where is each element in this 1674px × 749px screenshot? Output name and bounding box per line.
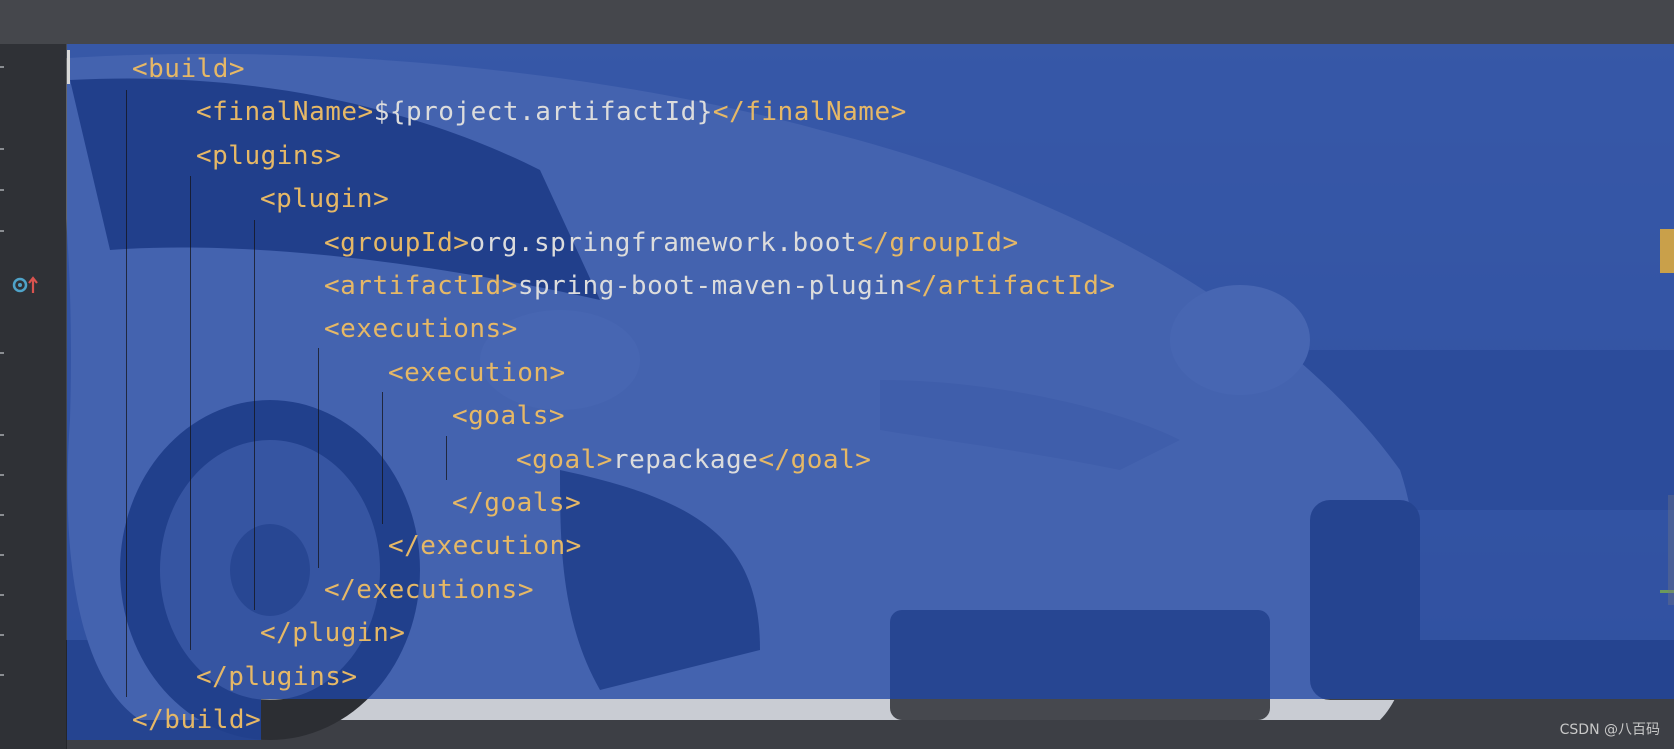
xml-tag: <build> (132, 54, 246, 84)
code-line[interactable]: <plugin> (260, 178, 389, 221)
xml-tag: </plugins> (196, 661, 358, 692)
editor-tab-strip (66, 0, 1674, 44)
xml-tag: </build> (132, 705, 262, 735)
gutter-tick (0, 230, 4, 232)
code-line[interactable]: </goals> (452, 482, 581, 525)
code-line[interactable]: <finalName>${project.artifactId}</finalN… (196, 91, 907, 134)
gutter-tick (0, 66, 4, 68)
indent-guide (126, 90, 127, 697)
xml-tag: </executions> (324, 574, 534, 605)
code-line[interactable]: <goal>repackage</goal> (516, 439, 871, 482)
gutter-tick (0, 514, 4, 516)
xml-tag: </goal> (758, 444, 872, 475)
code-text: repackage (612, 444, 759, 475)
indent-guide (190, 176, 191, 650)
code-line[interactable]: <groupId>org.springframework.boot</group… (324, 222, 1019, 265)
gutter-tick (0, 352, 4, 354)
code-text: ${project.artifactId} (373, 97, 713, 128)
code-line[interactable]: </plugins> (196, 656, 358, 699)
code-line[interactable]: </execution> (388, 525, 582, 568)
xml-tag: </finalName> (712, 97, 907, 128)
xml-tag: </artifactId> (905, 271, 1116, 301)
gutter-tick (0, 634, 4, 636)
text-caret (67, 50, 70, 84)
code-line[interactable]: <execution> (388, 352, 566, 395)
indent-guide (318, 348, 319, 568)
xml-tag: </execution> (388, 531, 582, 562)
vertical-scrollbar[interactable] (1668, 495, 1674, 605)
xml-tag: <groupId> (324, 227, 470, 258)
xml-tag: <artifactId> (324, 271, 518, 301)
gutter-tick (0, 594, 4, 596)
code-line[interactable]: <plugins> (196, 135, 341, 178)
code-line[interactable]: </build> (132, 699, 261, 742)
gutter-tick (0, 474, 4, 476)
code-line[interactable]: <build> (132, 48, 245, 91)
gutter-tick (0, 674, 4, 676)
xml-tag: <plugins> (196, 140, 342, 171)
xml-tag: <goals> (452, 401, 566, 432)
xml-tag: <plugin> (260, 184, 390, 215)
indent-guide (254, 220, 255, 610)
gutter-tick (0, 148, 4, 150)
xml-tag: <goal> (516, 444, 613, 475)
code-line[interactable]: </executions> (324, 569, 534, 612)
code-line[interactable]: <goals> (452, 395, 565, 438)
code-text: spring-boot-maven-plugin (517, 271, 906, 301)
gutter-tick (0, 434, 4, 436)
editor-gutter (0, 44, 67, 749)
code-line[interactable]: <artifactId>spring-boot-maven-plugin</ar… (324, 265, 1116, 308)
gutter-tick (0, 189, 4, 191)
xml-tag: </groupId> (857, 227, 1019, 258)
xml-tag: </goals> (452, 488, 582, 518)
gutter-tick (0, 554, 4, 556)
implements-override-icon[interactable] (12, 275, 40, 295)
xml-tag: <execution> (388, 357, 566, 388)
xml-tag: <finalName> (196, 97, 374, 128)
xml-tag: <executions> (324, 314, 518, 345)
indent-guide (446, 436, 447, 480)
scrollbar-warning-mark[interactable] (1660, 229, 1674, 273)
tab-strip-left (0, 0, 66, 44)
code-line[interactable]: <executions> (324, 308, 518, 351)
xml-tag: </plugin> (260, 618, 406, 649)
code-line[interactable]: </plugin> (260, 612, 405, 655)
code-text: org.springframework.boot (469, 227, 858, 258)
indent-guide (382, 392, 383, 524)
watermark: CSDN @八百码 (1559, 722, 1660, 738)
